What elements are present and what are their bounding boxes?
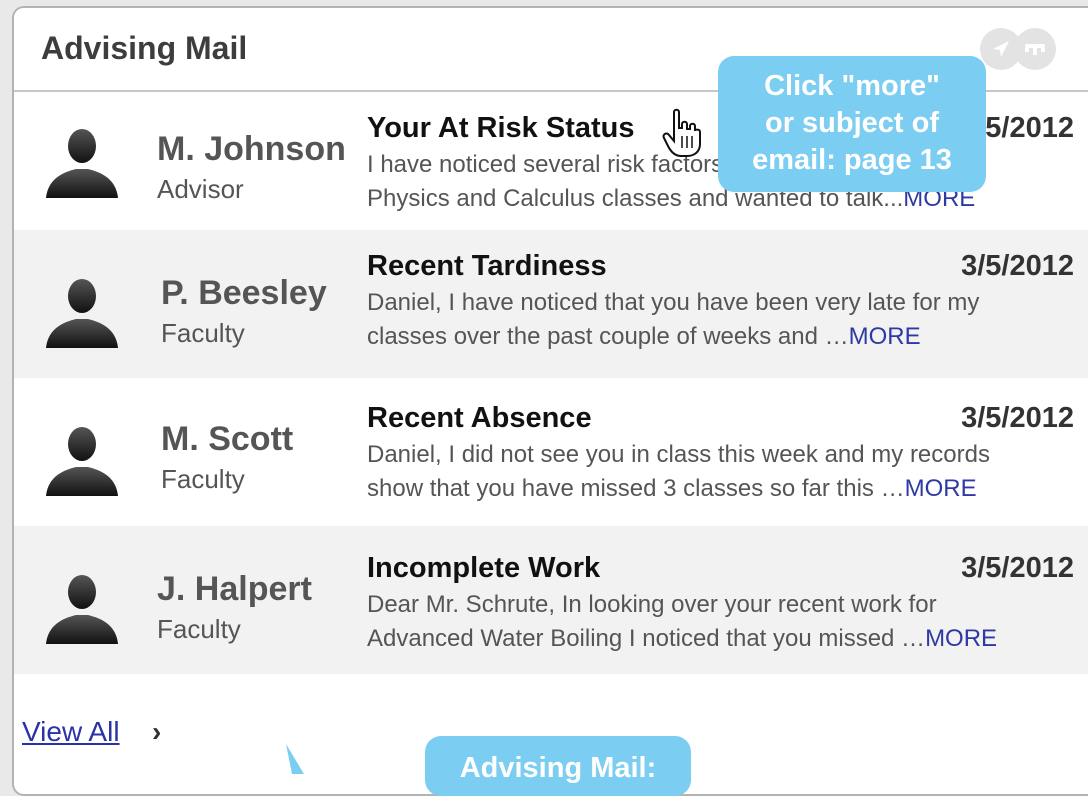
- user-avatar-icon: [46, 575, 118, 644]
- mail-date: 3/5/2012: [961, 552, 1074, 584]
- sender-name: M. Johnson: [157, 130, 346, 168]
- preview-line: Daniel, I have noticed that you have bee…: [367, 289, 980, 316]
- callout-line: email: page 13: [752, 144, 952, 176]
- mail-subject-link[interactable]: Recent Tardiness: [367, 250, 607, 283]
- sender-role: Faculty: [161, 318, 245, 348]
- callout-line: or subject of: [764, 107, 939, 139]
- mail-preview: Dear Mr. Schrute, In looking over your r…: [367, 588, 1077, 656]
- user-avatar-icon: [46, 129, 118, 198]
- annotation-callout-bottom: Advising Mail:: [425, 736, 691, 796]
- sender-role: Faculty: [161, 464, 245, 494]
- view-all-link[interactable]: View All: [22, 716, 120, 748]
- more-link[interactable]: MORE: [925, 625, 997, 652]
- user-avatar-icon: [46, 427, 118, 496]
- mail-preview: Daniel, I have noticed that you have bee…: [367, 286, 1077, 354]
- more-link[interactable]: MORE: [905, 475, 977, 502]
- sender-role: Faculty: [157, 614, 241, 644]
- phone-icon[interactable]: [1014, 28, 1056, 70]
- mail-subject-link[interactable]: Incomplete Work: [367, 552, 600, 585]
- mail-row[interactable]: P. Beesley Faculty Recent Tardiness 3/5/…: [14, 230, 1088, 378]
- more-link[interactable]: MORE: [849, 323, 921, 350]
- mail-row[interactable]: J. Halpert Faculty Incomplete Work 3/5/2…: [14, 526, 1088, 674]
- user-avatar-icon: [46, 279, 118, 348]
- callout-line: Click "more": [764, 70, 940, 102]
- annotation-callout: Click "more" or subject of email: page 1…: [718, 56, 986, 192]
- sender-name: M. Scott: [161, 420, 294, 458]
- preview-line: classes over the past couple of weeks an…: [367, 323, 921, 350]
- mail-subject-link[interactable]: Your At Risk Status: [367, 112, 635, 145]
- chevron-right-icon[interactable]: ›: [152, 716, 161, 748]
- preview-line: Dear Mr. Schrute, In looking over your r…: [367, 591, 937, 618]
- preview-line: show that you have missed 3 classes so f…: [367, 475, 977, 502]
- mail-subject-link[interactable]: Recent Absence: [367, 402, 592, 435]
- mail-date: 3/5/2012: [961, 250, 1074, 282]
- preview-line: Advanced Water Boiling I noticed that yo…: [367, 625, 998, 652]
- mail-row[interactable]: M. Scott Faculty Recent Absence 3/5/2012…: [14, 378, 1088, 526]
- sender-name: P. Beesley: [161, 274, 327, 312]
- sender-role: Advisor: [157, 174, 244, 204]
- preview-line: Daniel, I did not see you in class this …: [367, 441, 990, 468]
- hand-cursor-icon: [662, 108, 701, 157]
- page-title: Advising Mail: [41, 30, 248, 66]
- sender-name: J. Halpert: [157, 570, 312, 608]
- mail-date: 3/5/2012: [961, 402, 1074, 434]
- mail-preview: Daniel, I did not see you in class this …: [367, 438, 1077, 506]
- callout-pointer: [286, 744, 304, 774]
